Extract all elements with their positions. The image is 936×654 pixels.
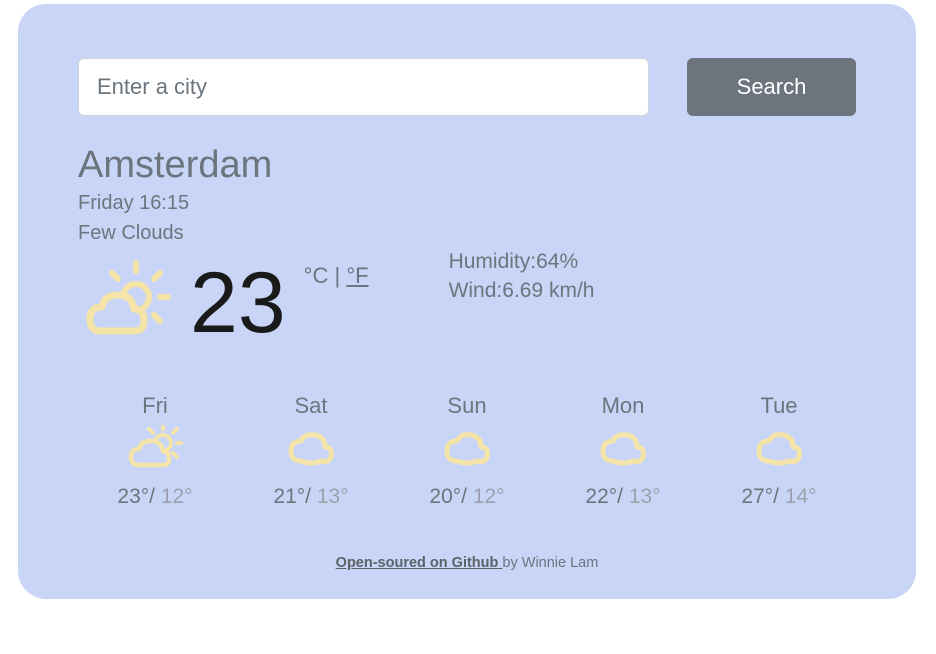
forecast-high: 22°: [585, 485, 617, 508]
forecast-day-label: Sat: [246, 393, 376, 419]
cloud-icon: [558, 425, 688, 473]
forecast-day: Fri 23°/ 12°: [90, 393, 220, 509]
current-temperature: 23: [190, 260, 286, 346]
forecast-temps: 20°/ 12°: [402, 485, 532, 509]
forecast-day: Sun 20°/ 12°: [402, 393, 532, 509]
forecast-high: 27°: [741, 485, 773, 508]
forecast-high: 23°: [117, 485, 149, 508]
unit-fahrenheit-link[interactable]: °F: [346, 263, 368, 288]
forecast-low: 14°: [785, 485, 817, 508]
wind-label: Wind:: [449, 279, 503, 302]
forecast-sep: /: [461, 485, 473, 508]
forecast-high: 20°: [429, 485, 461, 508]
current-details: Humidity:64% Wind:6.69 km/h: [449, 247, 595, 306]
forecast-sep: /: [149, 485, 161, 508]
forecast-sep: /: [305, 485, 317, 508]
forecast-sep: /: [773, 485, 785, 508]
unit-separator: |: [328, 263, 346, 288]
search-input[interactable]: [78, 58, 649, 116]
forecast-high: 21°: [273, 485, 305, 508]
forecast-day-label: Sun: [402, 393, 532, 419]
footer: Open-soured on Github by Winnie Lam: [78, 555, 856, 571]
unit-toggle: °C | °F: [304, 263, 369, 289]
search-button[interactable]: Search: [687, 58, 856, 116]
forecast-temps: 27°/ 14°: [714, 485, 844, 509]
weather-card: Search Amsterdam Friday 16:15 Few Clouds: [18, 4, 916, 599]
forecast-day-label: Fri: [90, 393, 220, 419]
current-day-time: Friday 16:15: [78, 189, 856, 217]
forecast-temps: 21°/ 13°: [246, 485, 376, 509]
forecast-day-label: Mon: [558, 393, 688, 419]
forecast-low: 12°: [161, 485, 193, 508]
unit-celsius: °C: [304, 263, 329, 288]
search-row: Search: [78, 58, 856, 116]
github-link[interactable]: Open-soured on Github: [336, 555, 503, 571]
forecast-low: 12°: [473, 485, 505, 508]
current-condition: Few Clouds: [78, 219, 856, 247]
wind-value: 6.69 km/h: [502, 279, 594, 302]
humidity-row: Humidity:64%: [449, 247, 595, 276]
forecast-day: Mon 22°/ 13°: [558, 393, 688, 509]
cloud-icon: [714, 425, 844, 473]
cloud-icon: [402, 425, 532, 473]
forecast-day-label: Tue: [714, 393, 844, 419]
forecast-low: 13°: [629, 485, 661, 508]
sun-cloud-icon: [90, 425, 220, 473]
forecast-day: Tue 27°/ 14°: [714, 393, 844, 509]
forecast-temps: 22°/ 13°: [558, 485, 688, 509]
humidity-value: 64%: [536, 250, 578, 273]
footer-author: by Winnie Lam: [502, 555, 598, 571]
city-name: Amsterdam: [78, 144, 856, 187]
humidity-label: Humidity:: [449, 250, 537, 273]
cloud-icon: [246, 425, 376, 473]
forecast-sep: /: [617, 485, 629, 508]
sun-cloud-icon: [78, 253, 178, 353]
forecast-temps: 23°/ 12°: [90, 485, 220, 509]
forecast-day: Sat 21°/ 13°: [246, 393, 376, 509]
current-row: 23 °C | °F Humidity:64% Wind:6.69 km/h: [78, 253, 856, 353]
wind-row: Wind:6.69 km/h: [449, 276, 595, 305]
current-left: 23 °C | °F: [78, 253, 369, 353]
forecast-row: Fri 23°/ 12° Sat: [78, 393, 856, 509]
forecast-low: 13°: [317, 485, 349, 508]
